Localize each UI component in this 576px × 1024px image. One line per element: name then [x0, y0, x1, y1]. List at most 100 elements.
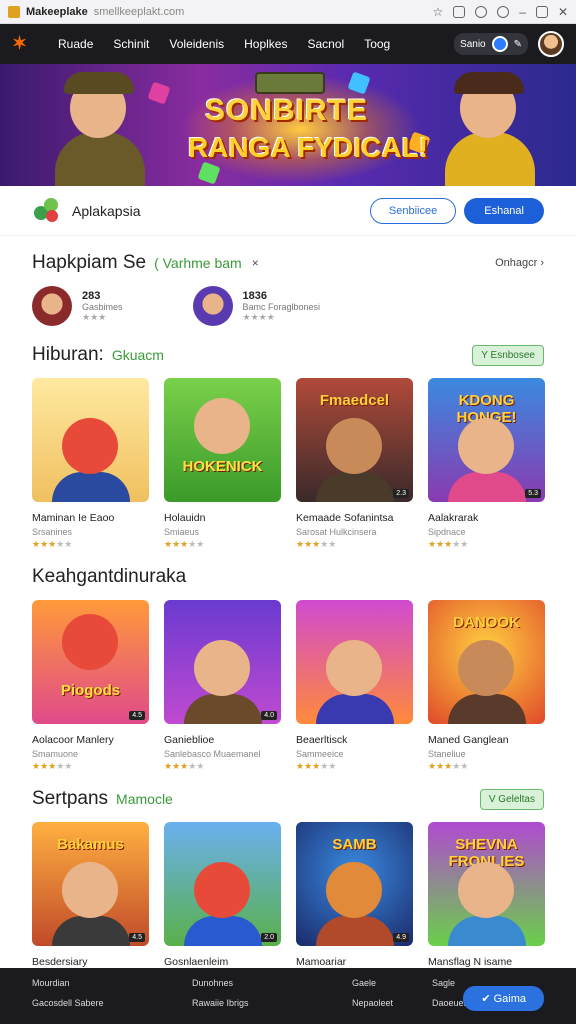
brand-logo[interactable]: ✶	[12, 33, 34, 53]
developer-rating: ★★★	[82, 311, 107, 322]
tab-title[interactable]: Makeeplake	[26, 6, 88, 18]
app-name: Aplakapsia	[72, 202, 141, 219]
secondary-button[interactable]: Senbiicee	[369, 197, 457, 224]
footer-link[interactable]: Rawaiie Ibrigs	[192, 998, 352, 1008]
game-card[interactable]: Piogods 4.5 Aolacoor Manlery Smamuone ★★…	[32, 600, 149, 772]
footer-link[interactable]: Nepaoleet	[352, 998, 432, 1008]
game-card[interactable]: Fmaedcel 2.3 Kemaade Sofanintsa Sarosat …	[296, 378, 413, 550]
developer-count: 283	[82, 289, 101, 302]
game-rating: ★★★★★	[428, 539, 469, 549]
game-title: Maned Ganglean	[428, 734, 509, 746]
sort-dropdown[interactable]: Onhagcr ›	[495, 257, 544, 269]
hero-sign	[255, 72, 325, 94]
game-thumbnail: SAMB 4.9	[296, 822, 413, 946]
hero-banner[interactable]: SONBIRTE RANGA FYDICAL!	[0, 64, 576, 186]
section-entertainment-header: Hiburan: Gkuacm Y Esnbosee	[0, 344, 576, 366]
primary-button[interactable]: Eshanal	[464, 197, 544, 224]
nav-item-2[interactable]: Schinit	[113, 37, 149, 51]
game-title: Aolacoor Manlery	[32, 734, 114, 746]
game-row-3: Bakamus 4.5 Besdersiary 2.0 Gosnlaenleim…	[0, 822, 576, 968]
clear-icon[interactable]: ×	[252, 256, 259, 270]
game-thumbnail: 4.0	[164, 600, 281, 724]
game-card[interactable]: Beaerltisck Sammeeice ★★★★★	[296, 600, 413, 772]
game-rating: ★★★★★	[296, 761, 337, 771]
game-title: Besdersiary	[32, 956, 88, 968]
game-row-2: Piogods 4.5 Aolacoor Manlery Smamuone ★★…	[0, 600, 576, 772]
footer-game-button[interactable]: ✔ Gaima	[463, 986, 544, 1011]
game-thumbnail: SHEVNA FRONLIES	[428, 822, 545, 946]
bookmark-star-icon[interactable]: ☆	[432, 5, 443, 19]
game-card[interactable]: SAMB 4.9 Mamoariar	[296, 822, 413, 968]
nav-item-4[interactable]: Hoplkes	[244, 37, 287, 51]
section-title: Sertpans	[32, 788, 109, 809]
game-thumbnail: KDONG HONGE! 5.3	[428, 378, 545, 502]
developer-avatar	[192, 286, 233, 326]
section-subtitle: Mamocle	[116, 791, 173, 807]
game-rating: ★★★★★	[428, 761, 469, 771]
game-subtitle: Sammeeice	[296, 749, 344, 759]
nav-item-6[interactable]: Toog	[364, 37, 390, 51]
developer-list: 283 Gasbimes ★★★ 1836 Bamc Foraglbonesi …	[0, 286, 576, 326]
maximize-icon[interactable]	[535, 5, 548, 18]
game-thumbnail	[296, 600, 413, 724]
developer-item[interactable]: 283 Gasbimes ★★★	[32, 286, 123, 326]
settings-icon[interactable]	[497, 5, 510, 18]
game-card[interactable]: Maminan Ie Eaoo Srsanines ★★★★★	[32, 378, 149, 550]
footer-link[interactable]: Gaele	[352, 978, 432, 988]
extensions-icon[interactable]	[453, 5, 466, 18]
profile-icon[interactable]	[475, 5, 488, 18]
game-rating: ★★★★★	[32, 761, 73, 771]
toggle-label: Sanio	[460, 38, 486, 50]
game-title: Gosnlaenleim	[164, 956, 229, 968]
filter-chip[interactable]: V Geleltas	[479, 788, 544, 810]
nav-item-5[interactable]: Sacnol	[307, 37, 344, 51]
theme-toggle[interactable]: Sanio ✎	[454, 33, 528, 55]
filter-chip[interactable]: Y Esnbosee	[472, 344, 544, 366]
game-title: Beaerltisck	[296, 734, 348, 746]
game-subtitle: Sanlebasco Muaemanel	[164, 749, 261, 759]
minimize-icon[interactable]: –	[519, 5, 526, 19]
game-title: Ganieblioe	[164, 734, 215, 746]
game-thumbnail: 2.0	[164, 822, 281, 946]
hero-title-line2: RANGA FYDICAL!	[188, 132, 429, 163]
app-header: Aplakapsia Senbiicee Eshanal	[0, 186, 576, 236]
game-card[interactable]: 2.0 Gosnlaenleim	[164, 822, 281, 968]
footer-link[interactable]: Gacosdell Sabere	[32, 998, 192, 1008]
developer-sub: Bamc Foraglbonesi	[242, 301, 321, 312]
game-card[interactable]: DANOOK Maned Ganglean Staneliue ★★★★★	[428, 600, 545, 772]
top-navigation: ✶ Ruade Schinit Voleidenis Hoplkes Sacno…	[0, 24, 576, 64]
game-thumbnail: Fmaedcel 2.3	[296, 378, 413, 502]
game-subtitle: Staneliue	[428, 749, 466, 759]
developer-item[interactable]: 1836 Bamc Foraglbonesi ★★★★	[192, 286, 321, 326]
game-card[interactable]: HOKENICK Holauidn Smiaeus ★★★★★	[164, 378, 281, 550]
nav-item-3[interactable]: Voleidenis	[169, 37, 224, 51]
footer-link[interactable]: Mourdian	[32, 978, 192, 988]
site-icon	[8, 5, 20, 18]
game-title: Kemaade Sofanintsa	[296, 512, 394, 524]
game-rating: ★★★★★	[296, 539, 337, 549]
game-card[interactable]: 4.0 Ganieblioe Sanlebasco Muaemanel ★★★★…	[164, 600, 281, 772]
developer-sub: Gasbimes	[82, 301, 123, 312]
link-icon: ✎	[513, 38, 522, 50]
section-subtitle: Gkuacm	[111, 347, 164, 363]
game-card[interactable]: KDONG HONGE! 5.3 Aalakrarak Sipdnace ★★★…	[428, 378, 545, 550]
close-icon[interactable]: ✕	[558, 5, 568, 19]
game-card[interactable]: Bakamus 4.5 Besdersiary	[32, 822, 149, 968]
game-title: Mamoariar	[296, 956, 347, 968]
address-bar[interactable]: smellkeeplakt.com	[94, 6, 433, 18]
game-subtitle: Smiaeus	[164, 527, 200, 537]
game-thumbnail	[32, 378, 149, 502]
hero-title-line1: SONBIRTE	[205, 94, 369, 127]
section-sports-header: Sertpans Mamocle V Geleltas	[0, 788, 576, 810]
game-subtitle: Sarosat Hulkcinsera	[296, 527, 377, 537]
game-card[interactable]: SHEVNA FRONLIES Mansflag N isame	[428, 822, 545, 968]
user-avatar[interactable]	[538, 31, 564, 57]
section-title: Keahgantdinuraka	[32, 566, 187, 587]
game-thumbnail: Bakamus 4.5	[32, 822, 149, 946]
game-thumbnail: DANOOK	[428, 600, 545, 724]
section-title: Hapkpiam Se	[32, 252, 147, 273]
game-subtitle: Srsanines	[32, 527, 73, 537]
footer-link[interactable]: Dunohnes	[192, 978, 352, 988]
nav-item-1[interactable]: Ruade	[58, 37, 93, 51]
hero-character-left	[40, 68, 150, 186]
